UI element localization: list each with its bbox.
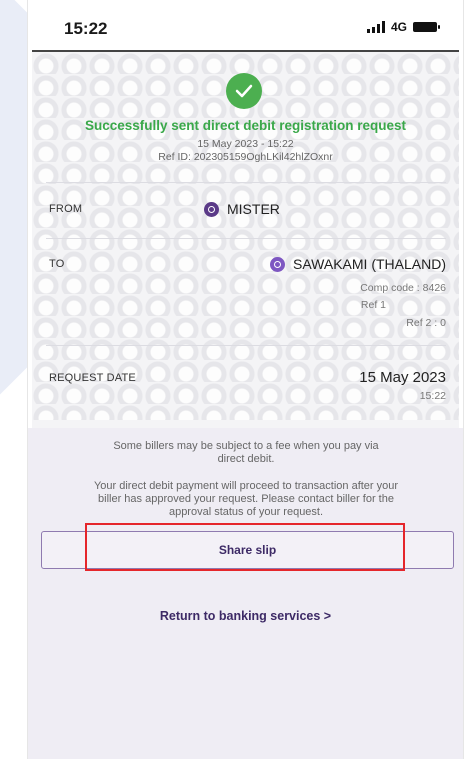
request-time: 15:22 [419,390,446,402]
signal-icon [366,21,385,33]
divider [46,238,446,239]
fee-note-line: direct debit. [217,453,275,465]
ref1: Ref 1 [360,299,386,311]
account-icon [204,201,219,217]
from-value: MISTER [204,201,280,217]
network-type: 4G [390,20,407,34]
return-to-banking-link[interactable]: Return to banking services > [28,609,463,623]
status-time: 15:22 [64,19,108,38]
request-date-label: REQUEST DATE [49,372,136,384]
comp-code: Comp code : 8426 [360,282,446,294]
request-date: 15 May 2023 [359,369,446,386]
divider [46,182,446,183]
status-indicators: 4G [366,20,440,34]
highlight-box [85,523,405,571]
to-label: TO [49,258,65,270]
approval-note-line: biller has approved your request. Please… [98,493,394,505]
approval-note-line: Your direct debit payment will proceed t… [93,480,399,492]
phone-screen: 15:22 4G Successfully sent direct debit … [27,0,464,759]
to-value: SAWAKAMI (THALAND) [270,256,446,272]
biller-icon [270,256,286,272]
from-label: FROM [49,203,83,215]
success-title: Successfully sent direct debit registrat… [84,118,407,133]
ref2: Ref 2 : 0 [406,317,446,329]
from-name: MISTER [227,201,280,217]
approval-note-line: approval status of your request. [168,506,324,518]
to-name: SAWAKAMI (THALAND) [293,256,446,272]
ref-id: Ref ID: 202305159OghLKil42hlZOxnr [158,151,333,163]
lower-panel [28,428,463,759]
fee-note-line: Some billers may be subject to a fee whe… [113,440,379,452]
status-bar: 15:22 4G [28,0,463,48]
result-datetime: 15 May 2023 - 15:22 [197,138,294,150]
divider [46,345,446,346]
battery-icon [413,22,440,32]
approval-note: Your direct debit payment will proceed t… [46,480,446,519]
success-check-icon [226,73,262,109]
fee-note: Some billers may be subject to a fee whe… [46,440,446,466]
